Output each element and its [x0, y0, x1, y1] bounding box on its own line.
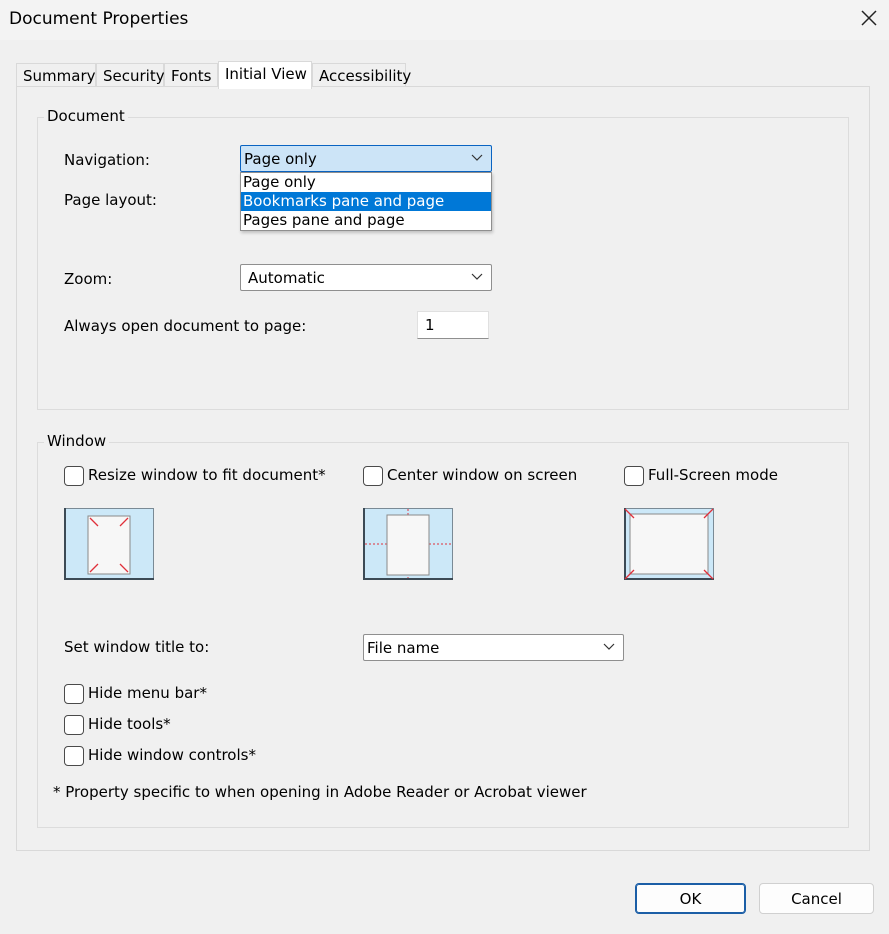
- footnote-text: * Property specific to when opening in A…: [53, 783, 587, 801]
- tab-label: Accessibility: [319, 67, 412, 85]
- tab-label: Initial View: [225, 65, 307, 83]
- open-to-page-field[interactable]: [417, 311, 489, 339]
- document-group-label: Document: [44, 107, 128, 125]
- navigation-select[interactable]: Page only: [240, 145, 492, 172]
- open-to-page-label: Always open document to page:: [64, 317, 307, 335]
- dropdown-option-bookmarks-pane[interactable]: Bookmarks pane and page: [241, 192, 491, 211]
- zoom-select[interactable]: Automatic: [240, 264, 492, 291]
- zoom-label: Zoom:: [64, 270, 113, 288]
- hide-menu-bar-checkbox[interactable]: [64, 684, 84, 704]
- page-layout-label: Page layout:: [64, 191, 157, 209]
- tab-summary[interactable]: Summary: [16, 63, 96, 88]
- tab-label: Security: [103, 67, 165, 85]
- hide-tools-checkbox[interactable]: [64, 715, 84, 735]
- resize-window-checkbox[interactable]: [64, 466, 84, 486]
- cancel-button[interactable]: Cancel: [759, 883, 874, 914]
- fullscreen-preview-icon: [624, 508, 714, 580]
- tab-accessibility[interactable]: Accessibility: [312, 63, 411, 88]
- chevron-down-icon: [471, 154, 483, 161]
- tab-label: Fonts: [171, 67, 212, 85]
- title-bar: Document Properties: [0, 0, 889, 40]
- ok-button[interactable]: OK: [635, 883, 746, 914]
- chevron-down-icon: [471, 273, 483, 280]
- center-window-preview-icon: [363, 508, 453, 580]
- center-window-label: Center window on screen: [387, 466, 578, 484]
- zoom-value: Automatic: [248, 269, 325, 287]
- tab-initial-view[interactable]: Initial View: [218, 61, 312, 89]
- window-title-setting-label: Set window title to:: [64, 638, 210, 656]
- chevron-down-icon: [603, 643, 615, 650]
- hide-window-controls-checkbox[interactable]: [64, 746, 84, 766]
- navigation-label: Navigation:: [64, 151, 150, 169]
- tab-fonts[interactable]: Fonts: [164, 63, 218, 88]
- fullscreen-checkbox[interactable]: [624, 466, 644, 486]
- navigation-value: Page only: [244, 150, 317, 168]
- window-title-select[interactable]: File name: [363, 634, 624, 661]
- window-group-label: Window: [44, 432, 110, 450]
- close-icon[interactable]: [851, 1, 887, 37]
- dropdown-option-page-only[interactable]: Page only: [241, 173, 491, 192]
- dropdown-option-pages-pane[interactable]: Pages pane and page: [241, 211, 491, 230]
- open-to-page-input[interactable]: [418, 312, 488, 338]
- tab-label: Summary: [23, 67, 96, 85]
- center-window-checkbox[interactable]: [363, 466, 383, 486]
- resize-window-preview-icon: [64, 508, 154, 580]
- fullscreen-label: Full-Screen mode: [648, 466, 778, 484]
- resize-window-label: Resize window to fit document*: [88, 466, 326, 484]
- window-title-setting-value: File name: [367, 639, 440, 657]
- navigation-dropdown-list: Page only Bookmarks pane and page Pages …: [240, 172, 492, 231]
- hide-tools-label: Hide tools*: [88, 715, 171, 733]
- tab-security[interactable]: Security: [96, 63, 165, 88]
- window-title: Document Properties: [9, 9, 189, 29]
- hide-menu-bar-label: Hide menu bar*: [88, 684, 207, 702]
- hide-window-controls-label: Hide window controls*: [88, 746, 256, 764]
